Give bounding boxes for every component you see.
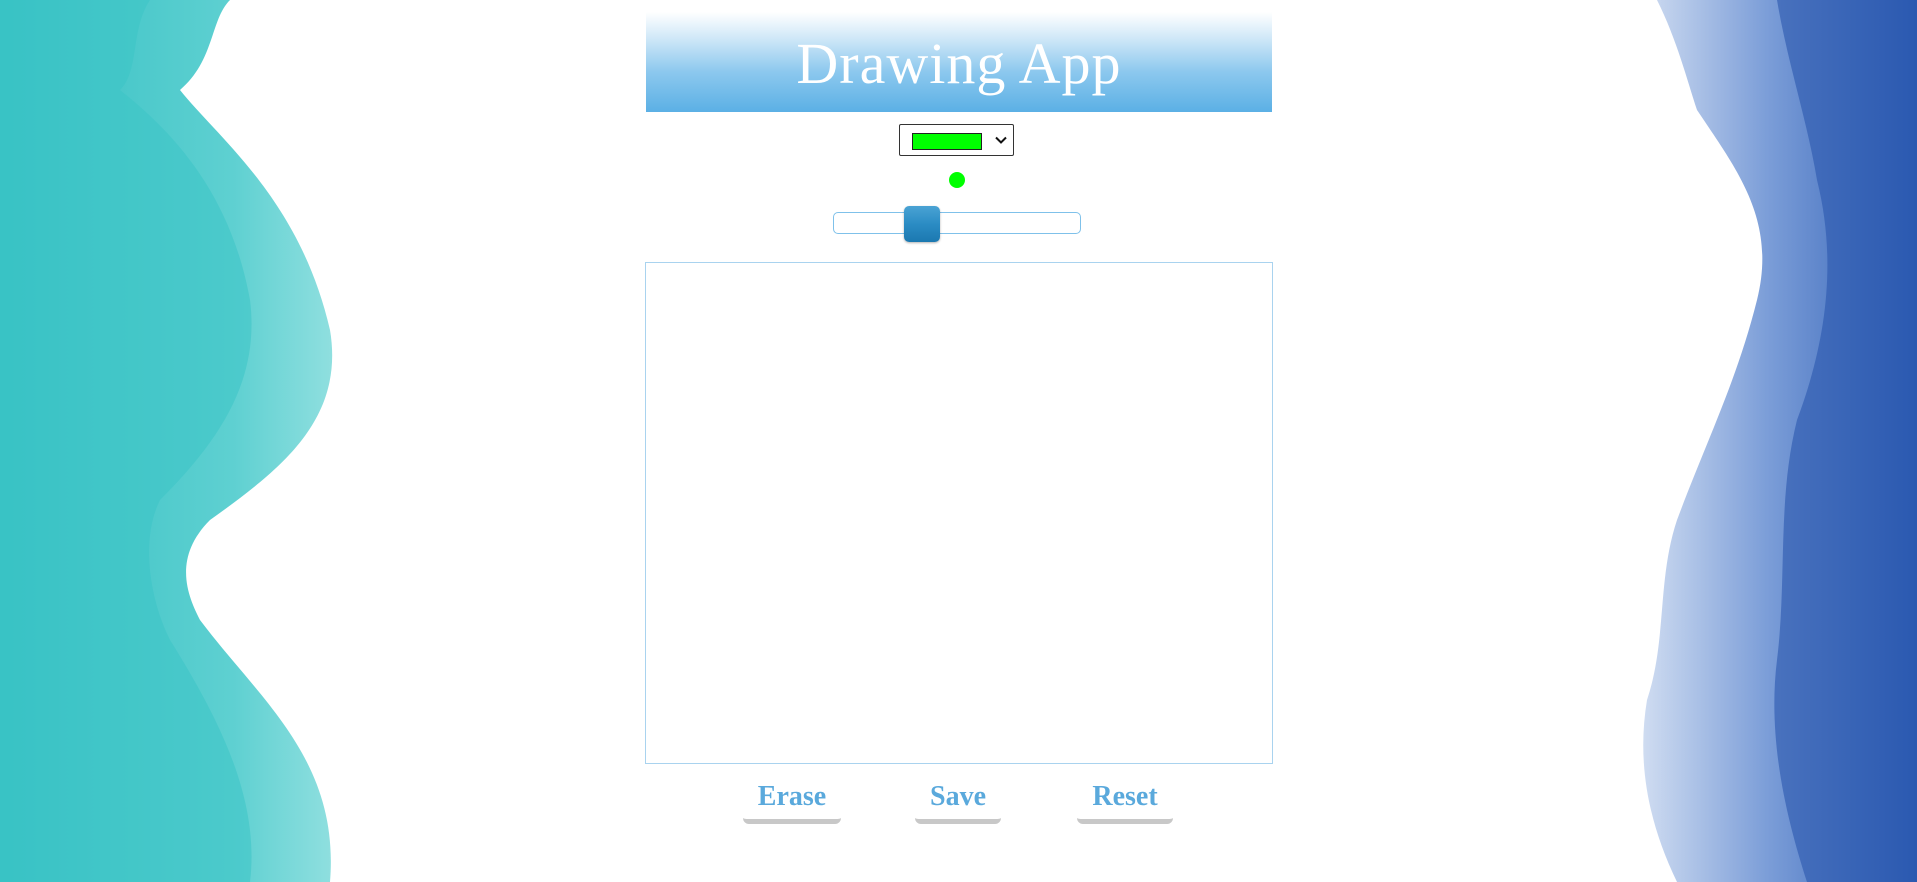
page: Drawing App Erase Save Reset xyxy=(0,0,1917,882)
drawing-canvas[interactable] xyxy=(645,262,1273,764)
brush-size-slider[interactable] xyxy=(833,206,1081,242)
watercolor-splash-left xyxy=(0,0,333,882)
save-button[interactable]: Save xyxy=(915,778,1001,824)
brush-size-slider-handle[interactable] xyxy=(904,206,940,242)
app-header: Drawing App xyxy=(646,12,1272,112)
watercolor-splash-right xyxy=(1643,0,1917,882)
brush-preview-dot xyxy=(949,172,965,188)
reset-button[interactable]: Reset xyxy=(1077,778,1173,824)
app-title: Drawing App xyxy=(796,30,1122,96)
drawing-app: Drawing App Erase Save Reset xyxy=(645,0,1273,882)
selected-color-swatch xyxy=(912,133,982,150)
chevron-down-icon xyxy=(995,136,1007,144)
color-select[interactable] xyxy=(899,124,1014,156)
erase-button[interactable]: Erase xyxy=(743,778,841,824)
